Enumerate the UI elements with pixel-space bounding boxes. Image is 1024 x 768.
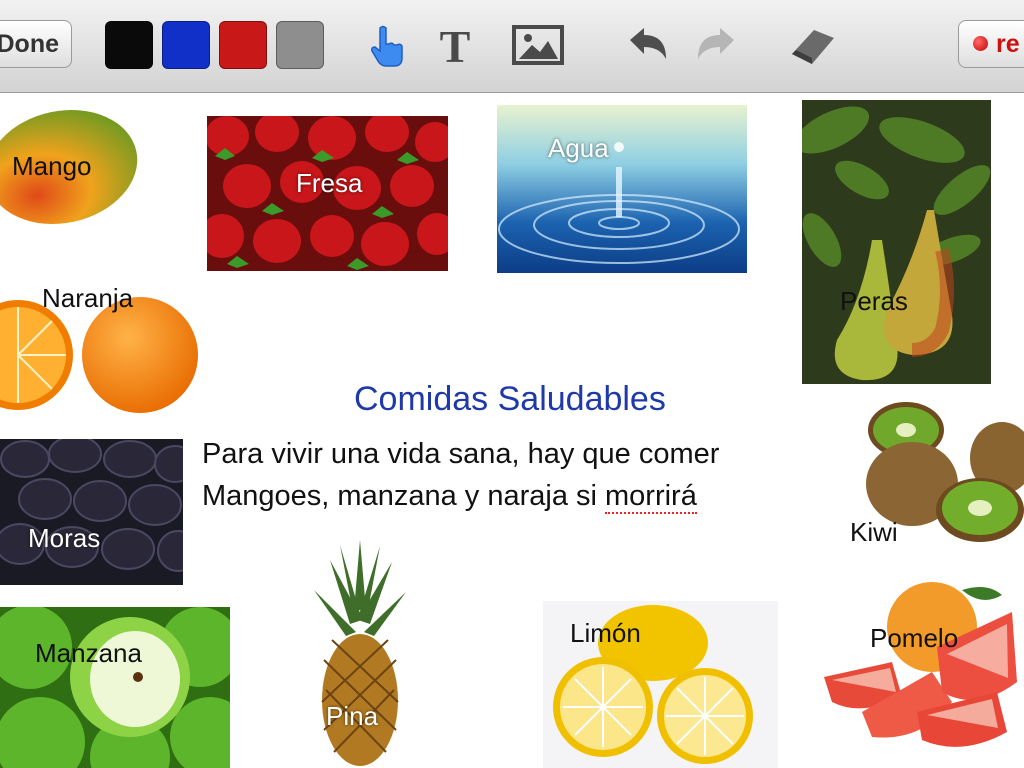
agua-image[interactable] xyxy=(497,105,747,273)
label-limon: Limón xyxy=(570,618,641,648)
pina-image[interactable] xyxy=(310,540,410,768)
label-naranja: Naranja xyxy=(42,283,134,313)
body-text[interactable]: Para vivir una vida sana, hay que comer … xyxy=(202,433,719,517)
color-swatch-gray[interactable] xyxy=(276,21,324,69)
body-line-2: Mangoes, manzana y naraja si morrirá xyxy=(202,480,697,514)
label-peras: Peras xyxy=(840,286,908,316)
record-button[interactable]: re xyxy=(958,20,1024,68)
peras-image[interactable] xyxy=(802,100,991,384)
label-moras: Moras xyxy=(28,523,101,553)
label-pomelo: Pomelo xyxy=(870,623,959,653)
label-agua: Agua xyxy=(548,133,609,163)
label-fresa: Fresa xyxy=(296,168,363,198)
pointer-hand-icon[interactable] xyxy=(362,22,412,68)
manzana-image[interactable] xyxy=(0,607,230,768)
moras-image[interactable] xyxy=(0,439,183,585)
text-tool-icon[interactable]: T xyxy=(430,22,480,68)
color-swatch-blue[interactable] xyxy=(162,21,210,69)
svg-text:T: T xyxy=(440,22,471,68)
label-pina: Pina xyxy=(326,701,379,731)
body-line-1: Para vivir una vida sana, hay que comer xyxy=(202,438,720,470)
misspelled-word: morrirá xyxy=(605,480,697,514)
record-dot-icon xyxy=(973,35,988,51)
label-mango: Mango xyxy=(12,151,92,181)
label-manzana: Manzana xyxy=(35,638,142,668)
done-button[interactable]: Done xyxy=(0,20,72,68)
undo-icon[interactable] xyxy=(624,22,674,68)
color-swatch-black[interactable] xyxy=(105,21,153,69)
whiteboard-canvas[interactable]: Mango Fresa Agua Peras Naranja Comidas S… xyxy=(0,93,1024,768)
pomelo-image[interactable] xyxy=(822,582,1017,752)
redo-icon[interactable] xyxy=(690,22,740,68)
toolbar: Done T re xyxy=(0,0,1024,93)
color-swatch-red[interactable] xyxy=(219,21,267,69)
label-kiwi: Kiwi xyxy=(850,517,898,547)
image-tool-icon[interactable] xyxy=(512,22,564,68)
eraser-icon[interactable] xyxy=(788,22,838,68)
page-title[interactable]: Comidas Saludables xyxy=(354,380,666,419)
